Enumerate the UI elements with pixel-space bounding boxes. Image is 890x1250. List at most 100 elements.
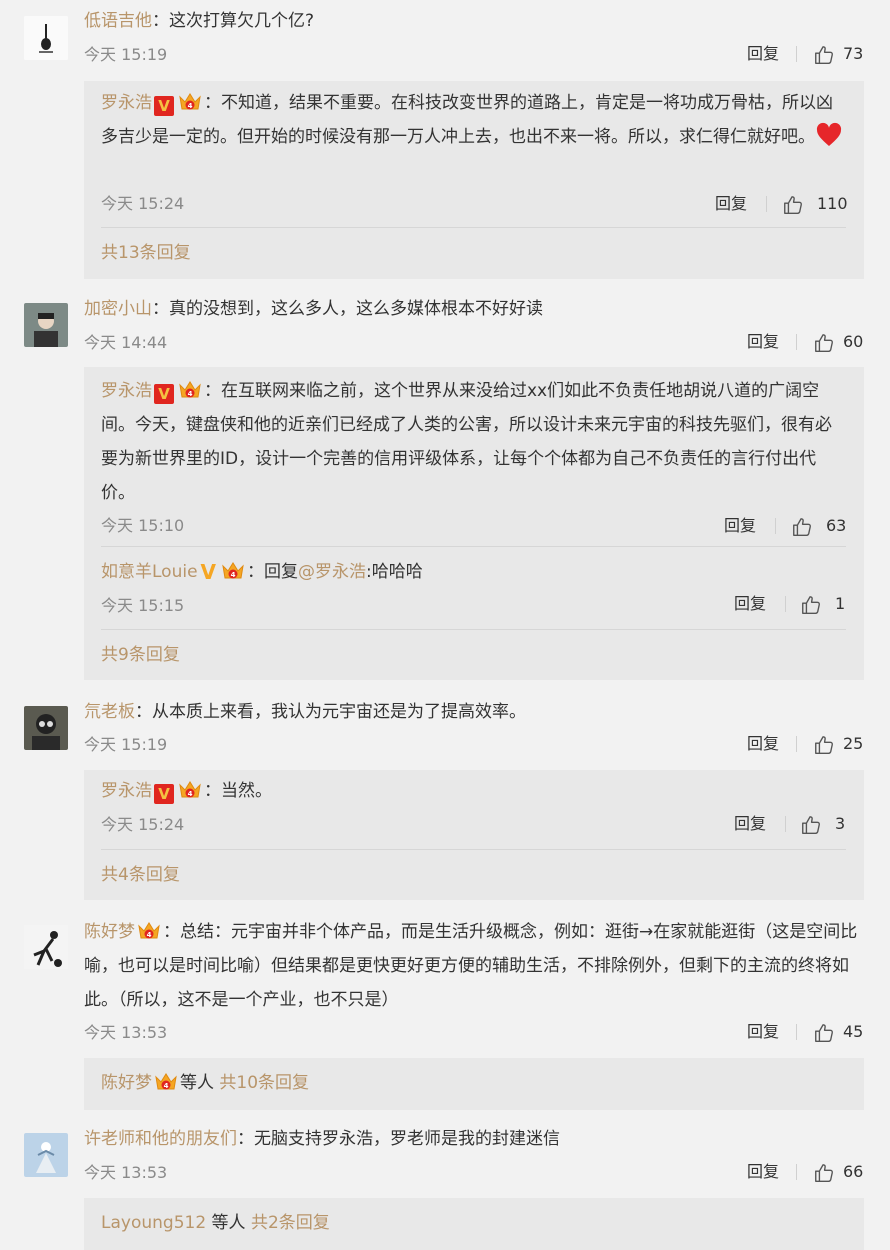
timestamp: 今天 15:24 xyxy=(101,194,185,213)
colon: ： xyxy=(247,562,265,582)
more-replies-link[interactable]: 共2条回复 xyxy=(251,1213,330,1233)
divider xyxy=(101,629,846,630)
username[interactable]: 陈好梦 xyxy=(101,1073,152,1093)
crown-level-icon xyxy=(178,779,202,801)
like-count: 1 xyxy=(835,594,846,613)
avatar[interactable] xyxy=(24,303,68,347)
timestamp: 今天 15:10 xyxy=(101,516,185,535)
username[interactable]: 陈好梦 xyxy=(84,922,135,942)
thumbs-up-icon[interactable] xyxy=(813,332,835,354)
thumbs-up-icon[interactable] xyxy=(813,44,835,66)
more-replies-link[interactable]: 共4条回复 xyxy=(101,863,180,887)
colon: ： xyxy=(204,381,221,401)
thumbs-up-icon[interactable] xyxy=(813,1162,835,1184)
like-count: 63 xyxy=(826,516,847,535)
comment-line: 低语吉他：这次打算欠几个亿? xyxy=(84,9,314,33)
username[interactable]: 罗永浩 xyxy=(101,781,152,801)
divider xyxy=(101,849,846,850)
like-count: 110 xyxy=(817,194,848,213)
comment-line: 陈好梦 ：总结：元宇宙并非个体产品，而是生活升级概念，例如：逛街→在家就能逛街（这… xyxy=(84,915,864,1017)
thumbs-up-icon[interactable] xyxy=(813,734,835,756)
more-replies-link[interactable]: 共13条回复 xyxy=(101,241,191,265)
more-replies-link[interactable]: 共9条回复 xyxy=(101,643,180,667)
verified-badge-icon: V xyxy=(200,560,217,584)
thumbs-up-icon[interactable] xyxy=(791,516,813,538)
comment-text: 从本质上来看，我认为元宇宙还是为了提高效率。 xyxy=(152,702,526,722)
like-count: 3 xyxy=(835,814,846,833)
timestamp: 今天 15:19 xyxy=(84,45,168,64)
crown-level-icon xyxy=(221,560,245,582)
reply-button[interactable]: 回复 xyxy=(724,514,756,538)
timestamp: 今天 14:44 xyxy=(84,333,168,352)
avatar[interactable] xyxy=(24,1133,68,1177)
colon: ： xyxy=(152,299,169,319)
colon: ： xyxy=(237,1129,254,1149)
reply-prefix: 回复 xyxy=(264,562,299,582)
reply-text: :哈哈哈 xyxy=(366,562,423,582)
crown-level-icon xyxy=(178,91,202,113)
reply-summary[interactable]: 陈好梦 等人 共10条回复 xyxy=(101,1071,309,1095)
username[interactable]: 如意羊Louie xyxy=(101,562,198,582)
avatar[interactable] xyxy=(24,706,68,750)
reply-button[interactable]: 回复 xyxy=(715,192,747,216)
username[interactable]: 加密小山 xyxy=(84,299,152,319)
reply-button[interactable]: 回复 xyxy=(747,330,779,354)
divider xyxy=(796,334,797,350)
reply-line: 罗永浩 V ：不知道，结果不重要。在科技改变世界的道路上，肯定是一将功成万骨枯，所以… xyxy=(101,86,846,154)
like-count: 45 xyxy=(843,1022,864,1041)
username[interactable]: Layoung512 xyxy=(101,1213,206,1233)
thumbs-up-icon[interactable] xyxy=(800,814,822,836)
crown-level-icon xyxy=(137,920,161,942)
crown-level-icon xyxy=(178,379,202,401)
reply-summary[interactable]: Layoung512 等人 共2条回复 xyxy=(101,1211,330,1235)
reply-button[interactable]: 回复 xyxy=(747,1160,779,1184)
colon: ： xyxy=(163,922,180,942)
divider xyxy=(796,1024,797,1040)
colon: ： xyxy=(152,11,169,31)
username[interactable]: 罗永浩 xyxy=(101,93,152,113)
divider xyxy=(785,596,786,612)
reply-button[interactable]: 回复 xyxy=(734,812,766,836)
timestamp: 今天 13:53 xyxy=(84,1023,168,1042)
timestamp: 今天 15:19 xyxy=(84,735,168,754)
comment-text: 总结：元宇宙并非个体产品，而是生活升级概念，例如：逛街→在家就能逛街（这是空间比… xyxy=(84,922,858,1010)
reply-button[interactable]: 回复 xyxy=(734,592,766,616)
username[interactable]: 许老师和他的朋友们 xyxy=(84,1129,237,1149)
divider xyxy=(775,518,776,534)
reply-button[interactable]: 回复 xyxy=(747,1020,779,1044)
more-replies-link[interactable]: 共10条回复 xyxy=(219,1073,309,1093)
divider xyxy=(796,736,797,752)
verified-badge-icon: V xyxy=(154,784,174,804)
divider xyxy=(796,46,797,62)
reply-line: 如意羊Louie V ：回复@罗永浩:哈哈哈 xyxy=(101,560,423,584)
summary-text: 等人 xyxy=(211,1213,246,1233)
colon: ： xyxy=(204,93,221,113)
comment-text: 无脑支持罗永浩，罗老师是我的封建迷信 xyxy=(254,1129,560,1149)
verified-badge-icon: V xyxy=(154,384,174,404)
like-count: 66 xyxy=(843,1162,864,1181)
username[interactable]: 低语吉他 xyxy=(84,11,152,31)
thumbs-up-icon[interactable] xyxy=(782,194,804,216)
colon: ： xyxy=(135,702,152,722)
divider xyxy=(785,816,786,832)
username[interactable]: 罗永浩 xyxy=(101,381,152,401)
avatar[interactable] xyxy=(24,925,68,969)
comment-text: 这次打算欠几个亿? xyxy=(169,11,315,31)
mention-link[interactable]: @罗永浩 xyxy=(298,562,366,582)
heart-emoji-icon xyxy=(815,122,843,148)
thumbs-up-icon[interactable] xyxy=(800,594,822,616)
thumbs-up-icon[interactable] xyxy=(813,1022,835,1044)
divider xyxy=(796,1164,797,1180)
reply-line: 罗永浩 V ：在互联网来临之前，这个世界从来没给过xx们如此不负责任地胡说八道的广阔… xyxy=(101,374,846,510)
colon: ： xyxy=(204,781,221,801)
avatar[interactable] xyxy=(24,16,68,60)
reply-button[interactable]: 回复 xyxy=(747,42,779,66)
crown-level-icon xyxy=(154,1071,178,1093)
reply-button[interactable]: 回复 xyxy=(747,732,779,756)
summary-text: 等人 xyxy=(180,1073,214,1093)
divider xyxy=(101,546,846,547)
username[interactable]: 氘老板 xyxy=(84,702,135,722)
comment-line: 加密小山：真的没想到，这么多人，这么多媒体根本不好好读 xyxy=(84,297,543,321)
reply-line: 罗永浩 V ：当然。 xyxy=(101,779,272,804)
comment-text: 真的没想到，这么多人，这么多媒体根本不好好读 xyxy=(169,299,543,319)
